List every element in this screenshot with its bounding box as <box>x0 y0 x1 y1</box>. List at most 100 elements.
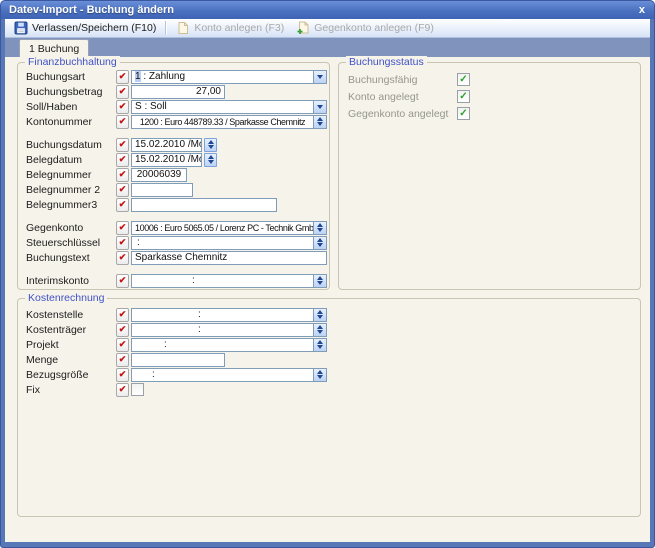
validate-icon[interactable]: ✔ <box>116 383 129 397</box>
validate-icon[interactable]: ✔ <box>116 323 129 337</box>
red-check-glyph: ✔ <box>119 310 127 319</box>
field-row-projekt: Projekt✔: <box>18 337 640 352</box>
arrow-up-icon <box>317 223 323 227</box>
buchungsart-combobox[interactable]: 1 : Zahlung <box>131 70 327 84</box>
projekt-label: Projekt <box>26 339 116 351</box>
buchungstext-value: Sparkasse Chemnitz <box>132 252 326 264</box>
validate-icon[interactable]: ✔ <box>116 115 129 129</box>
dialog-content: Finanzbuchhaltung Buchungsart✔1 : Zahlun… <box>5 57 650 542</box>
spinner-button-bezugsgroesse[interactable] <box>313 369 326 381</box>
gegenkonto-combobox[interactable]: 10006 : Euro 5065.05 / Lorenz PC - Techn… <box>131 221 327 235</box>
toolbar-separator <box>165 21 167 35</box>
interimskonto-combobox[interactable]: : <box>131 274 327 288</box>
kontonummer-label: Kontonummer <box>26 116 116 128</box>
gegenkonto-angelegt-checkbox[interactable]: ✓ <box>457 107 470 120</box>
kostenstelle-value: : <box>132 309 313 321</box>
field-row-buchungstext: Buchungstext✔Sparkasse Chemnitz <box>18 250 329 265</box>
validate-icon[interactable]: ✔ <box>116 70 129 84</box>
validate-icon[interactable]: ✔ <box>116 353 129 367</box>
spinner-button-kostenstelle[interactable] <box>313 309 326 321</box>
belegdatum-input[interactable]: 15.02.2010 /Mo <box>131 153 202 167</box>
field-row-belegnummer: Belegnummer✔20006039 <box>18 167 329 182</box>
red-check-glyph: ✔ <box>119 200 127 209</box>
title-bar[interactable]: Datev-Import - Buchung ändern x <box>1 1 654 19</box>
create-konto-button[interactable]: Konto anlegen (F3) <box>170 19 290 37</box>
spinner-button-projekt[interactable] <box>313 339 326 351</box>
red-check-glyph: ✔ <box>119 72 127 81</box>
field-row-soll-haben: Soll/Haben✔S : Soll <box>18 99 329 114</box>
buchungsdatum-input[interactable]: 15.02.2010 /Mo <box>131 138 202 152</box>
buchungsbetrag-input[interactable]: 27,00 <box>131 85 225 99</box>
red-check-glyph: ✔ <box>119 102 127 111</box>
tab-1-buchung[interactable]: 1 Buchung <box>19 39 89 57</box>
belegnummer2-input[interactable] <box>131 183 193 197</box>
buchungsfaehig-checkbox[interactable]: ✓ <box>457 73 470 86</box>
close-icon[interactable]: x <box>639 5 645 16</box>
buchungsbetrag-label: Buchungsbetrag <box>26 86 116 98</box>
validate-icon[interactable]: ✔ <box>116 168 129 182</box>
soll-haben-combobox[interactable]: S : Soll <box>131 100 327 114</box>
validate-icon[interactable]: ✔ <box>116 338 129 352</box>
validate-icon[interactable]: ✔ <box>116 100 129 114</box>
kostentraeger-combobox[interactable]: : <box>131 323 327 337</box>
validate-icon[interactable]: ✔ <box>116 274 129 288</box>
validate-icon[interactable]: ✔ <box>116 236 129 250</box>
konto-angelegt-checkbox[interactable]: ✓ <box>457 90 470 103</box>
red-check-glyph: ✔ <box>119 340 127 349</box>
create-gegenkonto-button[interactable]: Gegenkonto anlegen (F9) <box>290 19 440 37</box>
validate-icon[interactable]: ✔ <box>116 368 129 382</box>
spinner-button-kontonummer[interactable] <box>313 116 326 128</box>
field-row-bezugsgroesse: Bezugsgröße✔: <box>18 367 640 382</box>
field-row-buchungsbetrag: Buchungsbetrag✔27,00 <box>18 84 329 99</box>
arrow-down-icon <box>317 315 323 319</box>
belegdatum-value: 15.02.2010 /Mo <box>132 154 201 166</box>
validate-icon[interactable]: ✔ <box>116 183 129 197</box>
bezugsgroesse-combobox[interactable]: : <box>131 368 327 382</box>
red-check-glyph: ✔ <box>119 385 127 394</box>
arrow-down-icon <box>208 145 214 149</box>
dropdown-button-buchungsart[interactable] <box>313 71 326 83</box>
belegnummer-input[interactable]: 20006039 <box>131 168 187 182</box>
spinner-button-buchungsdatum[interactable] <box>204 138 217 152</box>
field-row-buchungsdatum: Buchungsdatum✔15.02.2010 /Mo <box>18 137 329 152</box>
dropdown-button-soll-haben[interactable] <box>313 101 326 113</box>
projekt-combobox[interactable]: : <box>131 338 327 352</box>
spinner-button-gegenkonto[interactable] <box>313 222 326 234</box>
menge-input[interactable] <box>131 353 225 367</box>
save-exit-button[interactable]: Verlassen/Speichern (F10) <box>8 19 162 37</box>
red-check-glyph: ✔ <box>119 140 127 149</box>
field-row-interimskonto: Interimskonto✔: <box>18 273 329 288</box>
spinner-button-kostentraeger[interactable] <box>313 324 326 336</box>
dialog-body: Verlassen/Speichern (F10) Konto anlegen … <box>5 19 650 542</box>
arrow-up-icon <box>317 340 323 344</box>
validate-icon[interactable]: ✔ <box>116 221 129 235</box>
group-finanzbuchhaltung: Finanzbuchhaltung Buchungsart✔1 : Zahlun… <box>17 62 330 290</box>
validate-icon[interactable]: ✔ <box>116 138 129 152</box>
validate-icon[interactable]: ✔ <box>116 153 129 167</box>
buchungstext-input[interactable]: Sparkasse Chemnitz <box>131 251 327 265</box>
arrow-up-icon <box>208 140 214 144</box>
spinner-button-steuerschluessel[interactable] <box>313 237 326 249</box>
kontonummer-combobox[interactable]: 1200 : Euro 448789.33 / Sparkasse Chemni… <box>131 115 327 129</box>
belegnummer3-input[interactable] <box>131 198 277 212</box>
arrow-up-icon <box>317 370 323 374</box>
steuerschluessel-label: Steuerschlüssel <box>26 237 116 249</box>
arrow-down-icon <box>317 345 323 349</box>
validate-icon[interactable]: ✔ <box>116 85 129 99</box>
window-title: Datev-Import - Buchung ändern <box>9 4 174 16</box>
steuerschluessel-combobox[interactable]: : <box>131 236 327 250</box>
spinner-button-interimskonto[interactable] <box>313 275 326 287</box>
validate-icon[interactable]: ✔ <box>116 308 129 322</box>
arrow-down-icon <box>317 75 323 79</box>
field-row-kostenstelle: Kostenstelle✔: <box>18 307 640 322</box>
fix-checkbox[interactable] <box>131 383 144 396</box>
spinner-button-belegdatum[interactable] <box>204 153 217 167</box>
validate-icon[interactable]: ✔ <box>116 251 129 265</box>
buchungsart-label: Buchungsart <box>26 71 116 83</box>
kostenstelle-combobox[interactable]: : <box>131 308 327 322</box>
arrow-down-icon <box>208 160 214 164</box>
field-row-belegnummer3: Belegnummer3✔ <box>18 197 329 212</box>
status-row-gegenkonto-angelegt: Gegenkonto angelegt✓ <box>339 105 640 122</box>
validate-icon[interactable]: ✔ <box>116 198 129 212</box>
steuerschluessel-value: : <box>132 237 313 249</box>
